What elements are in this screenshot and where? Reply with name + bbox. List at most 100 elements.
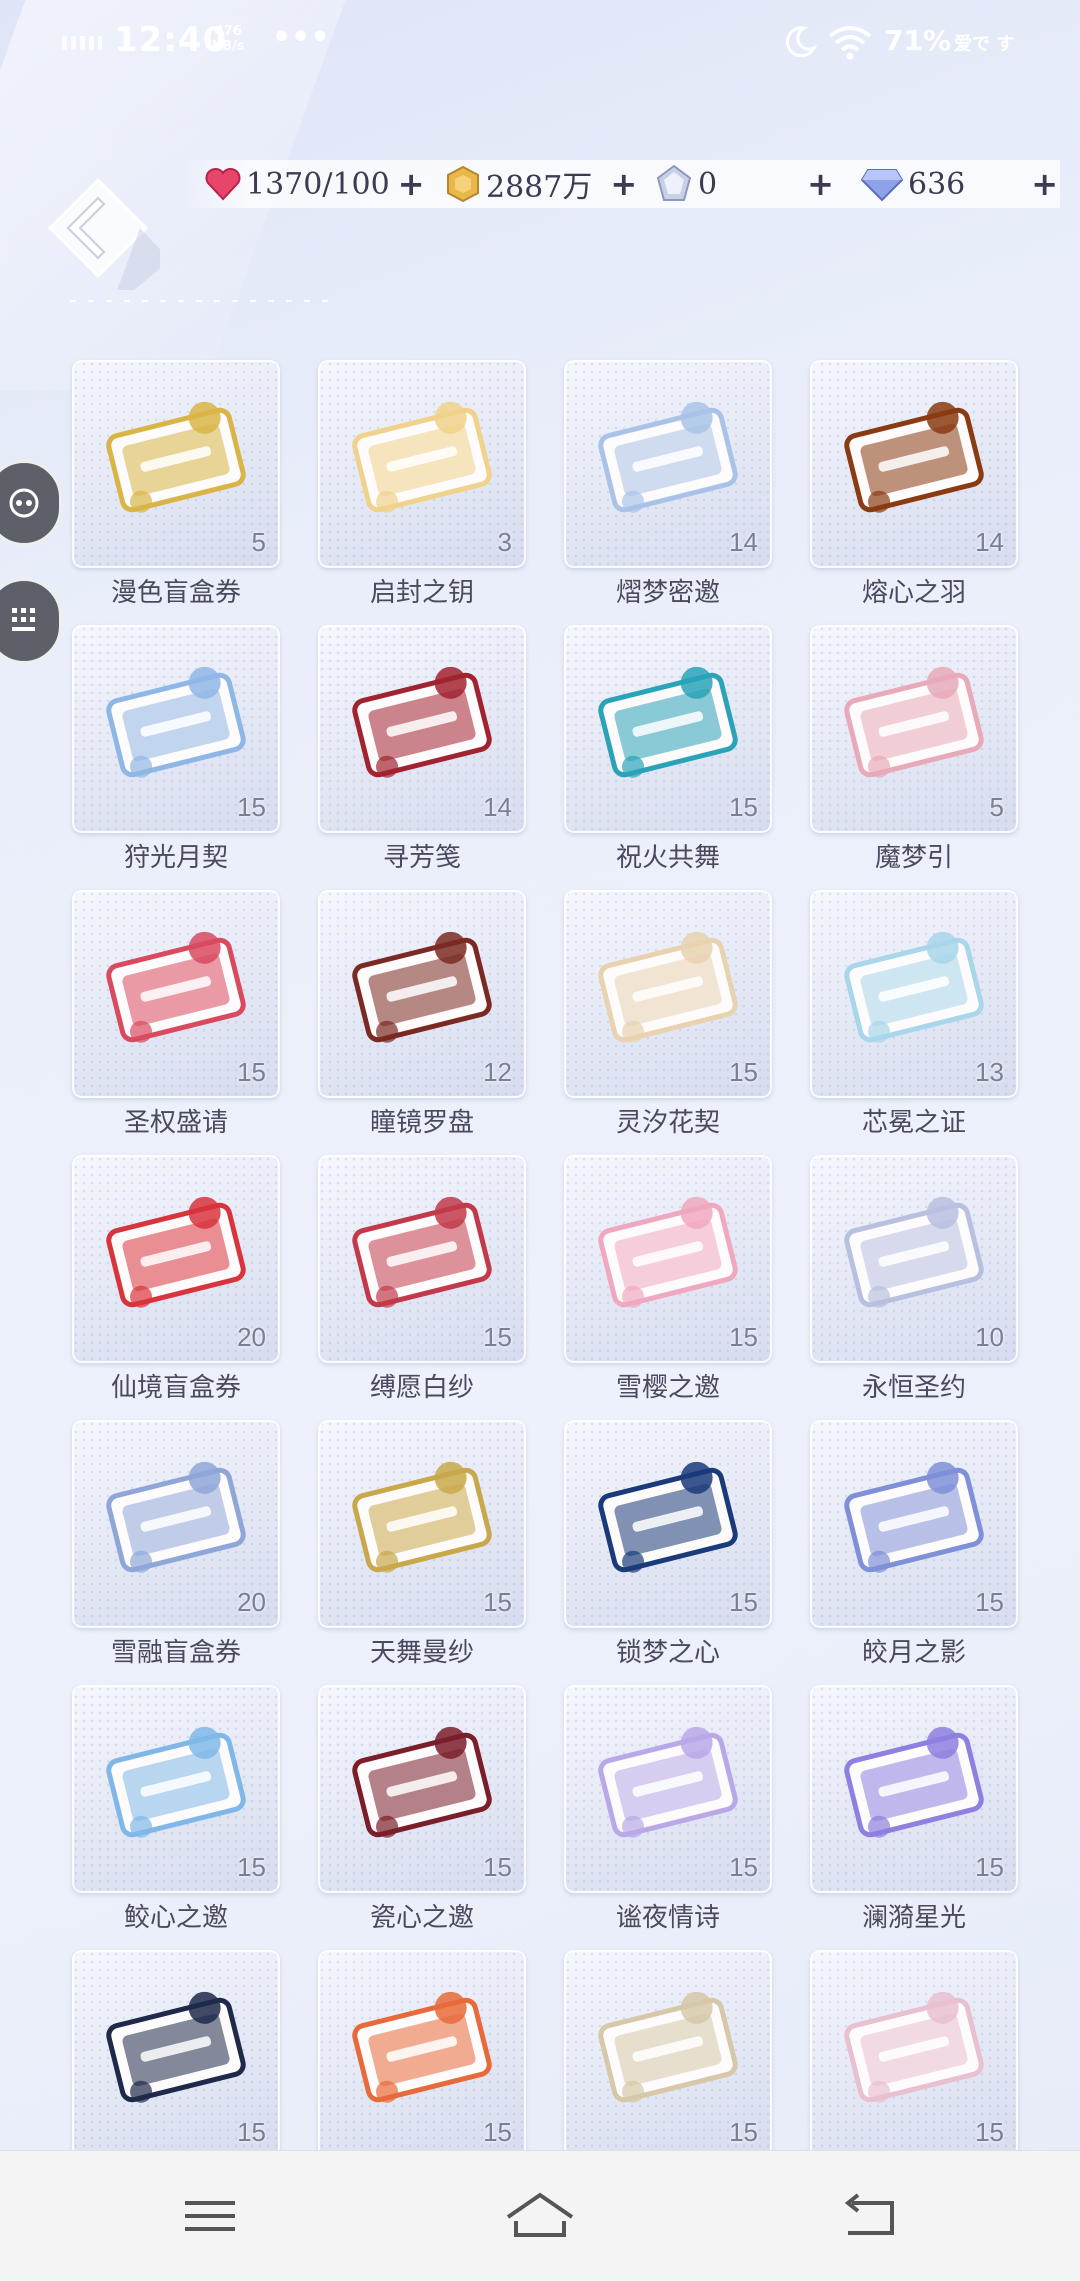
item-card[interactable]: 14 xyxy=(810,360,1018,568)
inventory-item[interactable]: 15 澜漪星光 xyxy=(810,1685,1020,1934)
item-card[interactable]: 15 xyxy=(72,1685,280,1893)
item-card[interactable]: 10 xyxy=(810,1155,1018,1363)
inventory-item[interactable]: 15 xyxy=(564,1950,774,2150)
inventory-item[interactable]: 15 xyxy=(318,1950,528,2150)
item-card[interactable]: 15 xyxy=(810,1685,1018,1893)
item-count: 13 xyxy=(975,1057,1004,1087)
inventory-item[interactable]: 15 祝火共舞 xyxy=(564,625,774,874)
item-count: 15 xyxy=(729,792,758,822)
inventory-item[interactable]: 14 熠梦密邀 xyxy=(564,360,774,609)
item-count: 5 xyxy=(989,792,1004,822)
item-name: 雪融盲盒券 xyxy=(110,1638,241,1668)
inventory-item[interactable]: 15 xyxy=(810,1950,1020,2150)
inventory-item[interactable]: 15 谧夜情诗 xyxy=(564,1685,774,1934)
item-card[interactable]: 5 xyxy=(810,625,1018,833)
item-count: 12 xyxy=(483,1057,512,1087)
item-card[interactable]: 15 xyxy=(564,1155,772,1363)
item-name: 澜漪星光 xyxy=(861,1903,966,1933)
item-name: 瞳镜罗盘 xyxy=(369,1108,474,1138)
item-name: 永恒圣约 xyxy=(861,1373,966,1403)
invitation-ticket-icon xyxy=(352,666,492,778)
inventory-item[interactable]: 5 漫色盲盒券 xyxy=(72,360,282,609)
home-nav-icon[interactable] xyxy=(504,2191,576,2241)
item-card[interactable]: 12 xyxy=(318,890,526,1098)
item-name: 漫色盲盒券 xyxy=(110,578,241,608)
item-card[interactable]: 3 xyxy=(318,360,526,568)
item-count: 20 xyxy=(237,1322,266,1352)
item-card[interactable]: 14 xyxy=(564,360,772,568)
item-card[interactable]: 15 xyxy=(318,1950,526,2150)
inventory-item[interactable]: 3 启封之钥 xyxy=(318,360,528,609)
item-card[interactable]: 15 xyxy=(810,1950,1018,2150)
invitation-ticket-icon xyxy=(598,931,738,1043)
invitation-ticket-icon xyxy=(352,1196,492,1308)
inventory-item[interactable]: 5 魔梦引 xyxy=(810,625,1020,874)
invitation-ticket-icon xyxy=(844,1991,984,2103)
inventory-item[interactable]: 13 芯冕之证 xyxy=(810,890,1020,1139)
inventory-item[interactable]: 15 xyxy=(72,1950,282,2150)
item-count: 15 xyxy=(729,1322,758,1352)
item-name: 仙境盲盒券 xyxy=(110,1373,241,1403)
item-card[interactable]: 15 xyxy=(72,1950,280,2150)
item-card[interactable]: 15 xyxy=(72,625,280,833)
item-count: 15 xyxy=(237,2117,266,2147)
invitation-ticket-icon xyxy=(844,666,984,778)
inventory-item[interactable]: 20 仙境盲盒券 xyxy=(72,1155,282,1404)
inventory-item[interactable]: 15 瓷心之邀 xyxy=(318,1685,528,1934)
invitation-ticket-icon xyxy=(844,931,984,1043)
item-name: 熔心之羽 xyxy=(861,578,966,608)
item-card[interactable]: 13 xyxy=(810,890,1018,1098)
menu-nav-icon[interactable] xyxy=(180,2191,240,2241)
inventory-item[interactable]: 15 鲛心之邀 xyxy=(72,1685,282,1934)
item-count: 15 xyxy=(237,1057,266,1087)
item-card[interactable]: 15 xyxy=(564,625,772,833)
item-card[interactable]: 15 xyxy=(318,1685,526,1893)
item-count: 14 xyxy=(729,527,758,557)
invitation-ticket-icon xyxy=(844,1196,984,1308)
item-card[interactable]: 14 xyxy=(318,625,526,833)
item-count: 15 xyxy=(237,1852,266,1882)
inventory-item[interactable]: 15 狩光月契 xyxy=(72,625,282,874)
item-card[interactable]: 5 xyxy=(72,360,280,568)
item-card[interactable]: 15 xyxy=(318,1420,526,1628)
item-count: 15 xyxy=(729,1852,758,1882)
item-name: 圣权盛请 xyxy=(123,1108,228,1138)
item-card[interactable]: 15 xyxy=(564,890,772,1098)
item-name: 狩光月契 xyxy=(123,843,228,873)
inventory-item[interactable]: 15 圣权盛请 xyxy=(72,890,282,1139)
invitation-ticket-icon xyxy=(106,666,246,778)
invitation-ticket-icon xyxy=(106,931,246,1043)
item-name: 熠梦密邀 xyxy=(615,578,720,608)
item-count: 14 xyxy=(483,792,512,822)
item-count: 15 xyxy=(483,2117,512,2147)
item-card[interactable]: 15 xyxy=(72,890,280,1098)
invitation-ticket-icon xyxy=(598,666,738,778)
item-name: 魔梦引 xyxy=(874,843,953,873)
item-card[interactable]: 15 xyxy=(564,1950,772,2150)
item-card[interactable]: 15 xyxy=(564,1420,772,1628)
item-card[interactable]: 15 xyxy=(810,1420,1018,1628)
inventory-item[interactable]: 15 锁梦之心 xyxy=(564,1420,774,1669)
inventory-item[interactable]: 15 缚愿白纱 xyxy=(318,1155,528,1404)
inventory-item[interactable]: 15 天舞曼纱 xyxy=(318,1420,528,1669)
invitation-ticket-icon xyxy=(352,1461,492,1573)
inventory-item[interactable]: 15 雪樱之邀 xyxy=(564,1155,774,1404)
inventory-item[interactable]: 14 寻芳笺 xyxy=(318,625,528,874)
inventory-item[interactable]: 20 雪融盲盒券 xyxy=(72,1420,282,1669)
back-nav-icon[interactable] xyxy=(840,2191,900,2241)
inventory-item[interactable]: 15 灵汐花契 xyxy=(564,890,774,1139)
item-name: 缚愿白纱 xyxy=(369,1373,474,1403)
inventory-item[interactable]: 14 熔心之羽 xyxy=(810,360,1020,609)
invitation-ticket-icon xyxy=(352,931,492,1043)
item-card[interactable]: 20 xyxy=(72,1155,280,1363)
item-count: 15 xyxy=(237,792,266,822)
item-count: 15 xyxy=(975,1852,1004,1882)
inventory-item[interactable]: 10 永恒圣约 xyxy=(810,1155,1020,1404)
item-count: 15 xyxy=(483,1322,512,1352)
inventory-item[interactable]: 15 皎月之影 xyxy=(810,1420,1020,1669)
item-card[interactable]: 20 xyxy=(72,1420,280,1628)
item-card[interactable]: 15 xyxy=(318,1155,526,1363)
inventory-item[interactable]: 12 瞳镜罗盘 xyxy=(318,890,528,1139)
item-count: 15 xyxy=(975,2117,1004,2147)
item-card[interactable]: 15 xyxy=(564,1685,772,1893)
